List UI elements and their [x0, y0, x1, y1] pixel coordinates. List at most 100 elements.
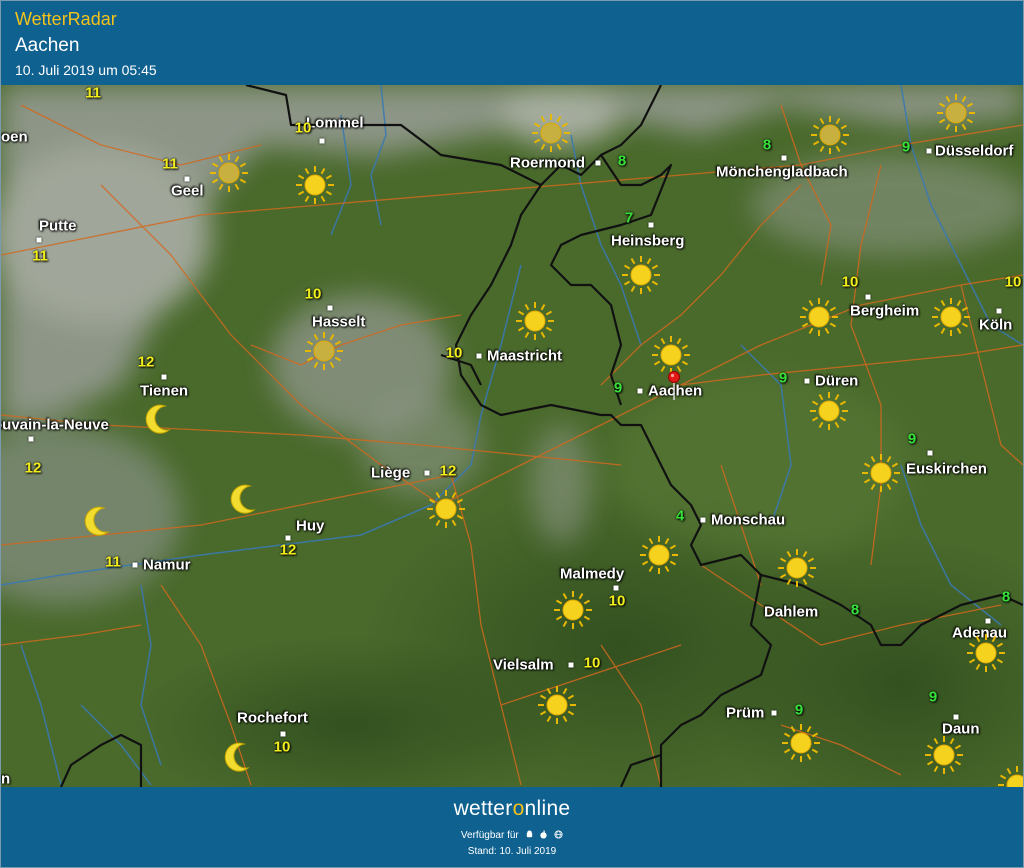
apple-icon[interactable]: [539, 830, 548, 839]
sun-icon[interactable]: [931, 297, 971, 337]
city-dot: [424, 470, 430, 476]
city-label[interactable]: Hasselt: [312, 314, 365, 331]
city-dot: [319, 138, 325, 144]
sun-icon[interactable]: [304, 331, 344, 371]
city-dot: [184, 176, 190, 182]
footer-bar: wetteronline Verfügbar für Stand: 10. Ju…: [1, 787, 1023, 867]
city-label[interactable]: Huy: [296, 518, 324, 535]
globe-icon[interactable]: [554, 830, 563, 839]
city-dot: [568, 662, 574, 668]
city-dot: [613, 585, 619, 591]
city-dot: [327, 305, 333, 311]
city-dot: [865, 294, 871, 300]
sun-icon[interactable]: [810, 115, 850, 155]
temperature-label: 9: [794, 701, 804, 719]
sun-icon[interactable]: [924, 735, 964, 775]
sun-icon[interactable]: [781, 723, 821, 763]
city-label[interactable]: n: [1, 771, 10, 788]
city-dot: [595, 160, 601, 166]
sun-icon[interactable]: [966, 633, 1006, 673]
city-label[interactable]: Düsseldorf: [935, 143, 1013, 160]
sun-icon[interactable]: [777, 548, 817, 588]
app-window: WetterRadar Aachen 10. Juli 2019 um 05:4…: [0, 0, 1024, 868]
city-dot: [28, 436, 34, 442]
city-label[interactable]: oen: [1, 129, 28, 146]
city-dot: [648, 222, 654, 228]
temperature-label: 9: [901, 138, 911, 156]
temperature-label: 12: [439, 462, 457, 480]
temperature-label: 12: [279, 541, 297, 559]
city-dot: [161, 374, 167, 380]
sun-icon[interactable]: [861, 453, 901, 493]
weather-map[interactable]: Lommel Geel Putte Roermond Mönchengladbach Dü…: [1, 85, 1023, 787]
city-label[interactable]: Vielsalm: [493, 657, 554, 674]
brand-text-o: o: [512, 797, 525, 820]
sun-icon[interactable]: [426, 489, 466, 529]
temperature-label: 4: [675, 507, 685, 525]
temperature-label: 11: [85, 85, 101, 102]
city-label[interactable]: Tienen: [140, 383, 188, 400]
moon-icon[interactable]: [78, 502, 118, 542]
map-pin-icon[interactable]: [667, 370, 681, 405]
sun-icon[interactable]: [553, 590, 593, 630]
location-name: Aachen: [15, 35, 80, 56]
sun-icon[interactable]: [809, 391, 849, 431]
city-label[interactable]: Düren: [815, 373, 858, 390]
city-label[interactable]: Lommel: [306, 115, 364, 132]
temperature-label: 11: [32, 247, 48, 265]
sun-icon[interactable]: [639, 535, 679, 575]
city-dot: [637, 388, 643, 394]
stand-date: Stand: 10. Juli 2019: [467, 846, 557, 857]
city-label[interactable]: Mönchengladbach: [716, 164, 848, 181]
city-label[interactable]: Maastricht: [487, 348, 562, 365]
city-label[interactable]: ouvain-la-Neuve: [1, 417, 109, 434]
city-dot: [132, 562, 138, 568]
timestamp: 10. Juli 2019 um 05:45: [15, 62, 157, 78]
sun-icon[interactable]: [651, 335, 691, 375]
moon-icon[interactable]: [139, 400, 179, 440]
sun-icon[interactable]: [997, 765, 1023, 787]
temperature-label: 8: [850, 601, 860, 619]
city-label[interactable]: Namur: [143, 557, 191, 574]
city-label[interactable]: Geel: [171, 183, 204, 200]
sun-icon[interactable]: [515, 301, 555, 341]
city-label[interactable]: Liège: [371, 465, 410, 482]
city-label[interactable]: Monschau: [711, 512, 785, 529]
city-label[interactable]: Malmedy: [560, 566, 624, 583]
available-label: Verfügbar für: [460, 830, 519, 841]
sun-icon[interactable]: [936, 93, 976, 133]
temperature-label: 9: [928, 688, 938, 706]
brand-logo[interactable]: wetteronline: [1, 797, 1023, 821]
city-dot: [804, 378, 810, 384]
temperature-label: 10: [583, 654, 601, 672]
city-dot: [700, 517, 706, 523]
city-label[interactable]: Bergheim: [850, 303, 919, 320]
header-bar: WetterRadar Aachen 10. Juli 2019 um 05:4…: [1, 1, 1023, 85]
temperature-label: 9: [778, 369, 788, 387]
city-label[interactable]: Dahlem: [764, 604, 818, 621]
sun-icon[interactable]: [537, 685, 577, 725]
city-label[interactable]: Roermond: [510, 155, 585, 172]
city-label[interactable]: Köln: [979, 317, 1012, 334]
sun-icon[interactable]: [799, 297, 839, 337]
city-label[interactable]: Rochefort: [237, 710, 308, 727]
city-label[interactable]: Putte: [39, 218, 77, 235]
city-dot: [771, 710, 777, 716]
city-dot: [280, 731, 286, 737]
city-label[interactable]: Euskirchen: [906, 461, 987, 478]
city-dot: [953, 714, 959, 720]
availability-line: Verfügbar für: [1, 830, 1023, 841]
city-label[interactable]: Prüm: [726, 705, 764, 722]
sun-icon[interactable]: [209, 153, 249, 193]
city-label[interactable]: Heinsberg: [611, 233, 684, 250]
moon-icon[interactable]: [218, 738, 258, 778]
sun-icon[interactable]: [531, 113, 571, 153]
sun-icon[interactable]: [621, 255, 661, 295]
moon-icon[interactable]: [224, 480, 264, 520]
temperature-label: 9: [613, 379, 623, 397]
sun-icon[interactable]: [295, 165, 335, 205]
brand-text-1: wetter: [453, 797, 513, 820]
temperature-label: 10: [445, 344, 463, 362]
android-icon[interactable]: [525, 830, 534, 839]
temperature-label: 8: [617, 152, 627, 170]
